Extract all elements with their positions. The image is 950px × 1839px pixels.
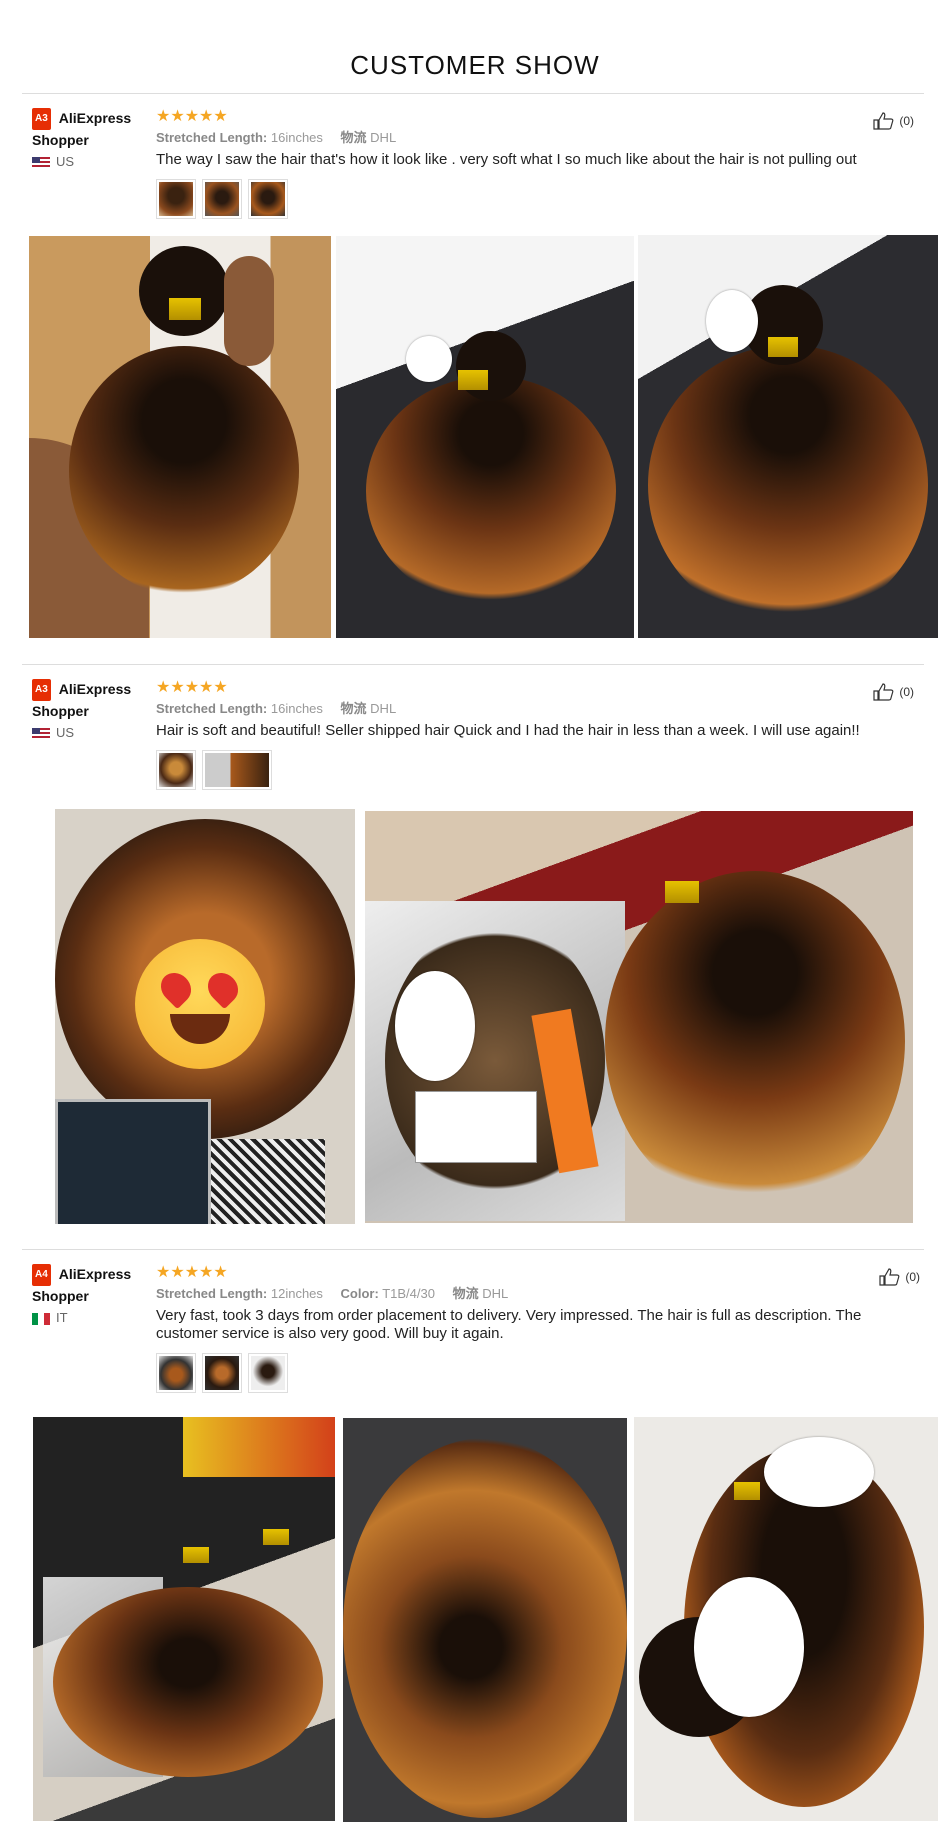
- divider: [22, 664, 924, 665]
- reviewer-info: A3 AliExpress Shopper US: [32, 679, 142, 741]
- review-thumbnail[interactable]: [202, 750, 272, 790]
- helpful-button[interactable]: (0): [873, 683, 914, 701]
- review-thumbnail[interactable]: [156, 1353, 196, 1393]
- divider: [22, 1249, 924, 1250]
- review-photo[interactable]: [365, 811, 913, 1223]
- review-thumbnail[interactable]: [156, 750, 196, 790]
- review-thumbnail[interactable]: [248, 179, 288, 219]
- divider: [22, 93, 924, 94]
- reviewer-country: IT: [56, 1310, 68, 1326]
- thumbnail-list: [156, 1353, 916, 1393]
- review-photo[interactable]: [29, 236, 331, 638]
- review-thumbnail[interactable]: [202, 179, 242, 219]
- helpful-button[interactable]: (0): [873, 112, 914, 130]
- review-meta: Stretched Length: 12inches Color: T1B/4/…: [156, 1286, 509, 1301]
- thumbs-up-icon: [873, 112, 894, 130]
- helpful-count: (0): [899, 685, 914, 699]
- page-title: CUSTOMER SHOW: [350, 50, 600, 80]
- level-badge: A4: [32, 1264, 51, 1287]
- review-thumbnail[interactable]: [248, 1353, 288, 1393]
- review-photo[interactable]: [343, 1418, 627, 1822]
- review-comment: The way I saw the hair that's how it loo…: [156, 151, 857, 168]
- star-rating: ★★★★★: [156, 108, 228, 125]
- thumbnail-list: [156, 179, 916, 219]
- reviewer-info: A3 AliExpress Shopper US: [32, 108, 142, 170]
- it-flag-icon: [32, 1312, 50, 1325]
- review-photo[interactable]: [634, 1417, 938, 1821]
- us-flag-icon: [32, 156, 50, 169]
- thumbs-up-icon: [873, 683, 894, 701]
- helpful-count: (0): [899, 114, 914, 128]
- reviewer-country: US: [56, 154, 75, 170]
- thumbs-up-icon: [879, 1268, 900, 1286]
- reviewer-info: A4 AliExpress Shopper IT: [32, 1264, 142, 1326]
- review-thumbnail[interactable]: [156, 179, 196, 219]
- review-photo[interactable]: [336, 236, 634, 638]
- star-rating: ★★★★★: [156, 679, 228, 696]
- level-badge: A3: [32, 679, 51, 702]
- level-badge: A3: [32, 108, 51, 131]
- helpful-button[interactable]: (0): [879, 1268, 920, 1286]
- review-photo[interactable]: [33, 1417, 335, 1821]
- review-photo[interactable]: [638, 235, 938, 638]
- review-thumbnail[interactable]: [202, 1353, 242, 1393]
- review-comment: Very fast, took 3 days from order placem…: [156, 1307, 862, 1342]
- helpful-count: (0): [905, 1270, 920, 1284]
- reviewer-country: US: [56, 725, 75, 741]
- star-rating: ★★★★★: [156, 1264, 228, 1281]
- review-meta: Stretched Length: 16inches 物流 DHL: [156, 130, 397, 145]
- review-meta: Stretched Length: 16inches 物流 DHL: [156, 701, 397, 716]
- us-flag-icon: [32, 727, 50, 740]
- review-comment: Hair is soft and beautiful! Seller shipp…: [156, 722, 860, 739]
- review-photo[interactable]: [55, 809, 355, 1224]
- thumbnail-list: [156, 750, 916, 790]
